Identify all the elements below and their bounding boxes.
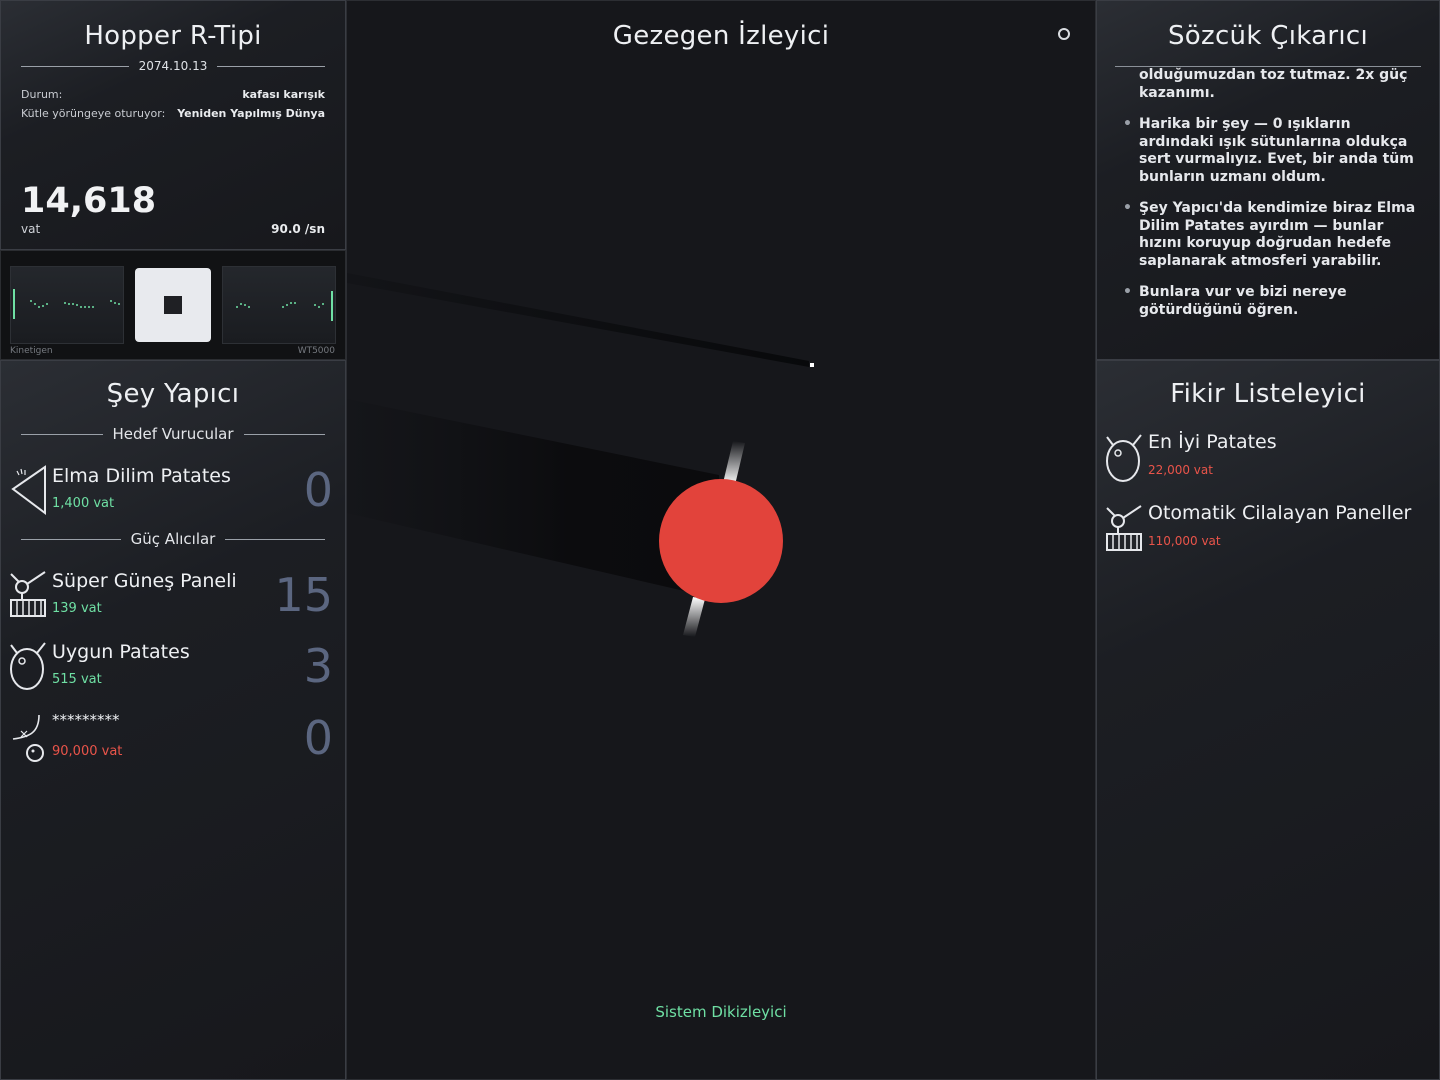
ring-icon[interactable] [1058,28,1070,40]
shop-item-solar-panel[interactable]: Süper Güneş Paneli 139 vat 15 [1,568,345,632]
item-price: 139 vat [52,601,102,616]
power-section-header: Güç Alıcılar [21,530,325,548]
message-text: Bunlara vur ve bizi nereye götürdüğünü ö… [1123,284,1421,319]
message-text: olduğumuzdan toz tutmaz. 2x güç kazanımı… [1139,67,1408,101]
solar-panel-icon [1106,505,1142,551]
item-price: 90,000 vat [52,744,123,759]
item-name: ********* [52,711,120,729]
idea-name: Otomatik Cilalayan Paneller [1148,502,1412,524]
hopper-date-rule: 2074.10.13 [21,59,325,73]
divider [21,538,121,540]
system-peeker-link[interactable]: Sistem Dikizleyici [347,1003,1095,1021]
potato-icon [1106,434,1142,482]
idea-name: En İyi Patates [1148,431,1277,453]
divider [217,65,325,67]
idea-lister-panel: Fikir Listeleyici En İyi Patates 22,000 … [1096,360,1440,1080]
status-row: Durum: kafası karışık [21,88,325,101]
hopper-title: Hopper R-Tipi [84,21,262,51]
energy-rate: 90.0 /sn [271,222,325,236]
planet-scene[interactable] [347,1,1096,1080]
orbit-row: Kütle yörüngeye oturuyor: Yeniden Yapılm… [21,107,325,120]
item-name: Süper Güneş Paneli [52,570,237,592]
left-oscilloscope [10,266,124,344]
message-text: Şey Yapıcı'da kendimize biraz Elma Dilim… [1123,200,1421,270]
targets-section-header: Hedef Vurucular [21,425,326,443]
orbit-label: Kütle yörüngeye oturuyor: [21,107,166,120]
energy-unit: vat [21,222,41,236]
item-name: Elma Dilim Patates [52,465,231,487]
divider [21,65,129,67]
word-extractor-title: Sözcük Çıkarıcı [1168,21,1368,51]
message-log[interactable]: olduğumuzdan toz tutmaz. 2x güç kazanımı… [1123,67,1421,333]
shop-item-potato[interactable]: Uygun Patates 515 vat 3 [1,639,345,703]
hopper-date: 2074.10.13 [138,59,208,73]
generator-strip: Kinetigen WT5000 [0,250,346,360]
waveform-graphic [13,289,120,319]
idea-item-auto-panels[interactable]: Otomatik Cilalayan Paneller 110,000 vat [1097,502,1439,566]
item-count: 15 [274,568,333,622]
potato-icon [10,642,46,690]
planet-shadow-trail [347,399,719,599]
thing-maker-title: Şey Yapıcı [106,379,240,409]
message-text: Harika bir şey — 0 ışıkların ardındaki ı… [1123,116,1421,186]
orbit-value: Yeniden Yapılmış Dünya [177,107,325,120]
idea-price: 22,000 vat [1148,463,1213,477]
planet-viewer-title: Gezegen İzleyici [612,21,830,51]
item-count: 0 [303,711,333,765]
item-count: 0 [303,463,333,517]
pole-beam-bottom [683,597,705,637]
divider [21,433,103,435]
divider [243,433,326,435]
item-count: 3 [303,639,333,693]
pole-beam-top [723,441,745,485]
planet[interactable] [659,479,783,603]
item-price: 1,400 vat [52,496,115,511]
word-extractor-panel: Sözcük Çıkarıcı olduğumuzdan toz tutmaz.… [1096,0,1440,360]
stop-button[interactable] [135,268,211,342]
shop-item-locked[interactable]: ********* 90,000 vat 0 [1,711,345,775]
status-value: kafası karışık [242,88,325,101]
waveform-graphic [236,291,333,321]
idea-price: 110,000 vat [1148,534,1221,548]
planet-viewer-panel: Gezegen İzleyici Sistem Dikizleyici [346,0,1096,1080]
idea-lister-title: Fikir Listeleyici [1170,379,1366,409]
thing-maker-panel: Şey Yapıcı Hedef Vurucular Elma Dilim Pa… [0,360,346,1080]
solar-panel-icon [10,571,46,617]
probe-marker [810,363,814,367]
right-oscilloscope [222,266,336,344]
wedge-icon [11,465,46,515]
hopper-panel: Hopper R-Tipi 2074.10.13 Durum: kafası k… [0,0,346,250]
shop-item-wedge-potato[interactable]: Elma Dilim Patates 1,400 vat 0 [1,463,345,527]
energy-value: 14,618 [21,181,157,221]
item-name: Uygun Patates [52,641,190,663]
power-section-label: Güç Alıcılar [130,530,216,548]
status-label: Durum: [21,88,63,101]
idea-item-best-potato[interactable]: En İyi Patates 22,000 vat [1097,431,1439,495]
divider [225,538,325,540]
item-price: 515 vat [52,672,102,687]
orbit-trail [347,273,809,367]
targets-section-label: Hedef Vurucular [112,425,234,443]
locked-item-icon [12,714,44,762]
left-generator-label: Kinetigen [10,346,53,356]
right-generator-label: WT5000 [297,346,335,356]
stop-icon [164,296,182,314]
